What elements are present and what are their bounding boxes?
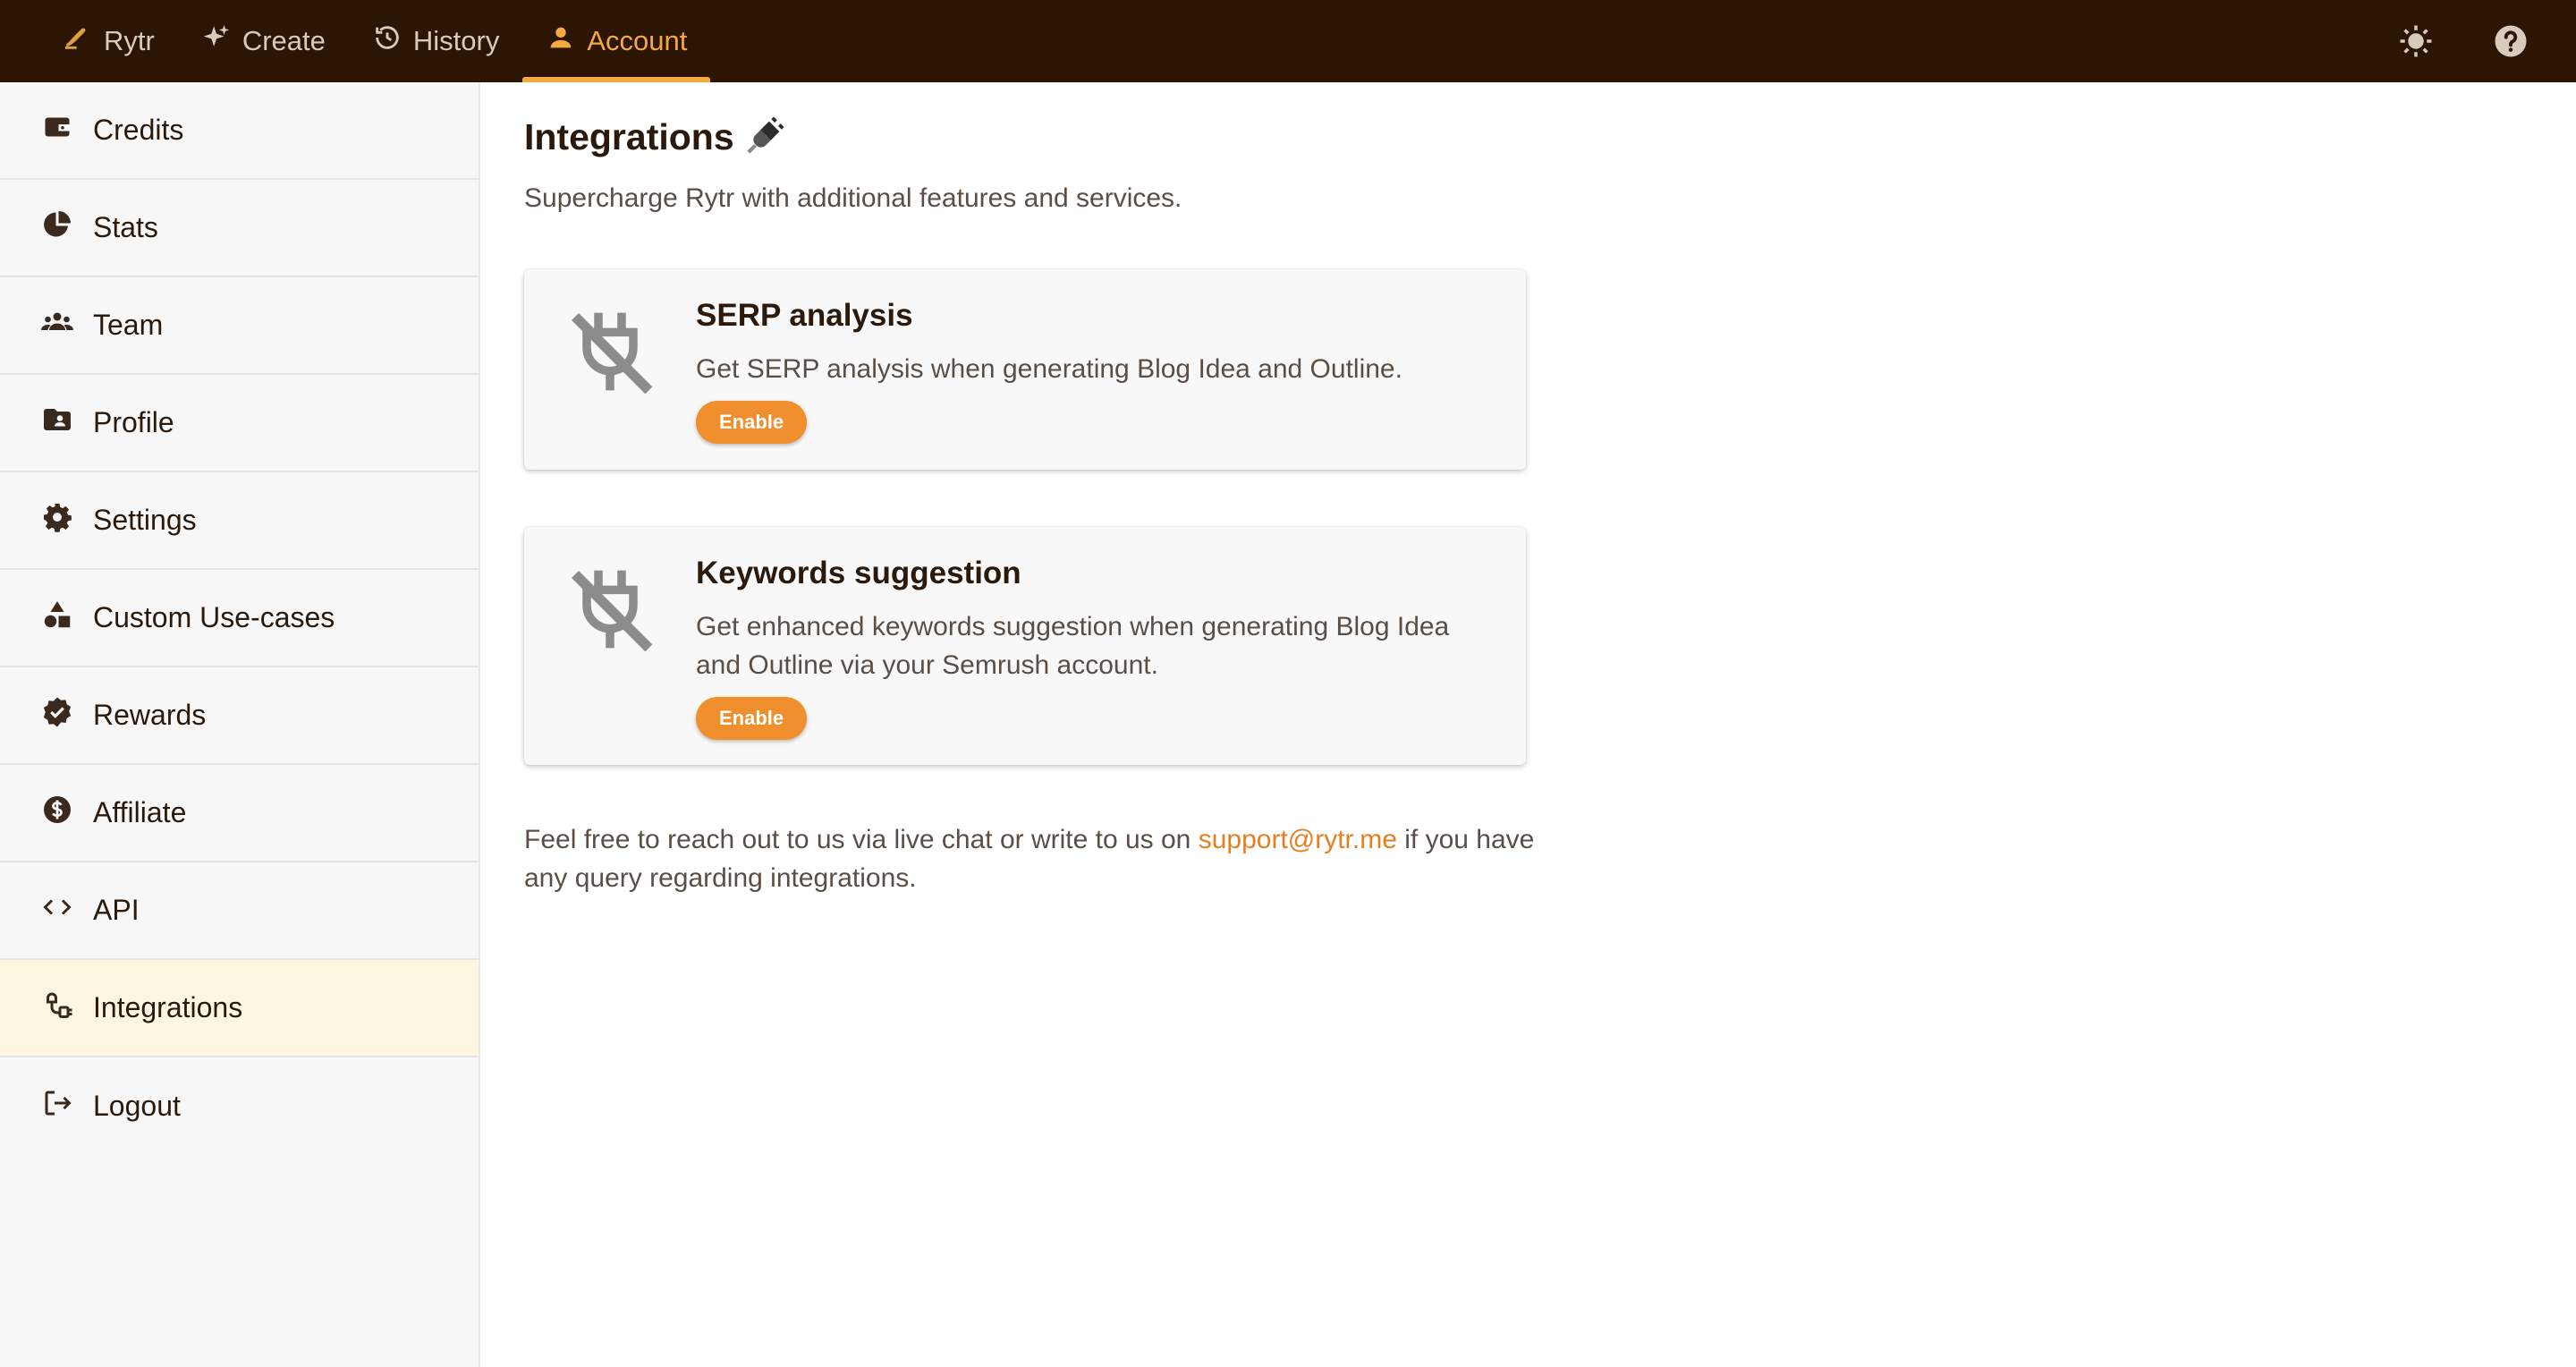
account-sidebar: Credits Stats Team Profile Settings Cust… <box>0 82 480 1367</box>
sidebar-item-label: Integrations <box>93 991 243 1023</box>
sidebar-item-label: Custom Use-cases <box>93 601 335 633</box>
sidebar-item-profile[interactable]: Profile <box>0 375 479 472</box>
sidebar-item-stats[interactable]: Stats <box>0 180 479 277</box>
sidebar-item-rewards[interactable]: Rewards <box>0 667 479 765</box>
top-right-actions <box>2395 21 2531 62</box>
sidebar-item-settings[interactable]: Settings <box>0 472 479 570</box>
page-subtitle: Supercharge Rytr with additional feature… <box>524 183 1182 213</box>
support-email-link[interactable]: support@rytr.me <box>1199 825 1397 854</box>
integration-icon <box>41 989 73 1028</box>
integration-card-body: Keywords suggestion Get enhanced keyword… <box>696 556 1526 745</box>
sidebar-item-label: Rewards <box>93 699 207 731</box>
integration-card-keywords: Keywords suggestion Get enhanced keyword… <box>524 527 1526 765</box>
nav-account-label: Account <box>587 25 688 56</box>
user-icon <box>546 22 576 60</box>
code-icon <box>41 891 73 930</box>
sidebar-item-custom-use-cases[interactable]: Custom Use-cases <box>0 570 479 667</box>
enable-keywords-button[interactable]: Enable <box>696 697 808 740</box>
help-icon[interactable] <box>2490 21 2531 62</box>
nav-rytr-label: Rytr <box>104 25 155 56</box>
nav-rytr[interactable]: Rytr <box>39 0 178 82</box>
sidebar-item-label: Credits <box>93 114 184 146</box>
plug-icon <box>745 115 786 160</box>
sidebar-item-label: Stats <box>93 211 158 243</box>
page-title: Integrations <box>524 116 734 157</box>
main-nav: Rytr Create History Account <box>39 0 711 82</box>
integration-description: Get SERP analysis when generating Blog I… <box>696 354 1402 384</box>
integration-card-body: SERP analysis Get SERP analysis when gen… <box>696 298 1526 450</box>
rytr-logo-icon <box>63 22 93 60</box>
sparkle-icon <box>201 22 232 60</box>
dollar-icon <box>41 794 73 833</box>
support-note-text: Feel free to reach out to us via live ch… <box>524 825 1199 854</box>
sidebar-item-affiliate[interactable]: Affiliate <box>0 765 479 862</box>
gear-icon <box>41 501 73 540</box>
nav-history-label: History <box>412 25 500 56</box>
integration-title: Keywords suggestion <box>696 556 1021 590</box>
nav-create-label: Create <box>242 25 326 56</box>
team-icon <box>41 306 73 345</box>
sidebar-item-credits[interactable]: Credits <box>0 82 479 180</box>
sidebar-item-label: Affiliate <box>93 796 187 828</box>
page-title-row: Integrations <box>524 115 1597 160</box>
sidebar-item-team[interactable]: Team <box>0 277 479 375</box>
integration-description: Get enhanced keywords suggestion when ge… <box>696 612 1450 680</box>
support-note: Feel free to reach out to us via live ch… <box>524 820 1535 897</box>
theme-toggle-sun-icon[interactable] <box>2395 21 2436 62</box>
nav-history[interactable]: History <box>349 0 522 82</box>
nav-account[interactable]: Account <box>522 0 711 82</box>
integration-title: SERP analysis <box>696 298 913 333</box>
sidebar-item-integrations[interactable]: Integrations <box>0 960 479 1057</box>
badge-check-icon <box>41 696 73 735</box>
pie-chart-icon <box>41 208 73 248</box>
main-content: Integrations Supercharge Rytr with addit… <box>524 82 1597 897</box>
nav-create[interactable]: Create <box>178 0 349 82</box>
sidebar-item-label: Team <box>93 309 164 341</box>
sidebar-item-label: Logout <box>93 1090 181 1122</box>
sidebar-item-label: API <box>93 894 140 926</box>
shapes-icon <box>41 599 73 638</box>
plug-off-icon <box>524 556 696 745</box>
top-navbar: Rytr Create History Account <box>0 0 2576 82</box>
enable-serp-button[interactable]: Enable <box>696 401 808 444</box>
sidebar-item-label: Profile <box>93 406 174 438</box>
wallet-icon <box>41 111 73 150</box>
profile-folder-icon <box>41 403 73 443</box>
sidebar-item-label: Settings <box>93 504 197 536</box>
sidebar-item-logout[interactable]: Logout <box>0 1057 479 1155</box>
plug-off-icon <box>524 298 696 450</box>
integration-card-serp: SERP analysis Get SERP analysis when gen… <box>524 269 1526 470</box>
history-icon <box>372 22 402 60</box>
logout-icon <box>41 1087 73 1126</box>
sidebar-item-api[interactable]: API <box>0 862 479 960</box>
